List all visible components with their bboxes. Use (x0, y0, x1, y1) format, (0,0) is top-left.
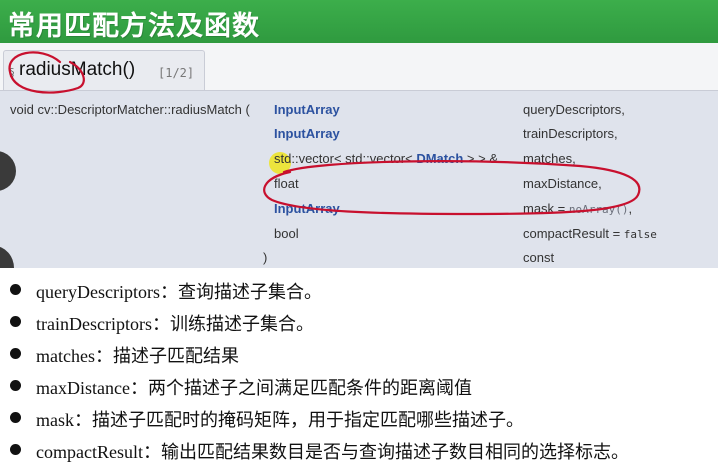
list-item-text: mask：描述子匹配时的掩码矩阵，用于指定匹配哪些描述子。 (36, 410, 524, 430)
param-default: false (623, 228, 657, 241)
const-qualifier: const (523, 250, 555, 265)
param-type: std::vector< std::vector< DMatch > > & (274, 151, 498, 167)
param-tail: , (628, 201, 633, 216)
bullet-icon (10, 316, 21, 327)
bullet-icon (10, 412, 21, 423)
param-name: queryDescriptors, (523, 102, 625, 117)
param-name: matches, (523, 151, 576, 166)
bullet-icon (10, 348, 21, 359)
param-type-link[interactable]: InputArray (274, 126, 340, 142)
close-paren: ) (263, 250, 268, 265)
list-item-text: matches：描述子匹配结果 (36, 346, 239, 366)
bullet-icon (10, 380, 21, 391)
list-item: compactResult：输出匹配结果数目是否与查询描述子数目相同的选择标志。 (0, 436, 718, 462)
param-type: bool (274, 226, 299, 241)
list-item-text: queryDescriptors：查询描述子集合。 (36, 282, 322, 302)
param-name-text: compactResult = (523, 226, 624, 241)
param-type-suffix: > > & (463, 151, 498, 166)
list-item-text: trainDescriptors：训练描述子集合。 (36, 314, 314, 334)
page-indicator: [1/2] (158, 66, 195, 80)
list-item: queryDescriptors：查询描述子集合。 (0, 276, 718, 302)
param-name-text: mask = (523, 201, 569, 216)
bullet-icon (10, 284, 21, 295)
param-type-prefix: std::vector< std::vector< (274, 151, 417, 166)
param-default: noArray() (568, 203, 629, 216)
list-item: mask：描述子匹配时的掩码矩阵，用于指定匹配哪些描述子。 (0, 404, 718, 430)
param-name: compactResult = false (523, 226, 657, 243)
dmatch-link[interactable]: DMatch (416, 151, 463, 166)
param-type-link[interactable]: InputArray (274, 102, 340, 118)
list-item: matches：描述子匹配结果 (0, 340, 718, 366)
list-item: trainDescriptors：训练描述子集合。 (0, 308, 718, 334)
page-title: 常用匹配方法及函数 (8, 11, 260, 42)
function-name[interactable]: radiusMatch() (19, 59, 135, 81)
list-item-text: compactResult：输出匹配结果数目是否与查询描述子数目相同的选择标志。 (36, 442, 629, 462)
list-item: maxDistance：两个描述子之间满足匹配条件的距离阈值 (0, 372, 718, 398)
param-name: maxDistance, (523, 176, 602, 191)
signature-prefix: void cv::DescriptorMatcher::radiusMatch … (10, 102, 250, 117)
bullet-icon (10, 444, 21, 455)
param-type-link[interactable]: InputArray (274, 201, 340, 217)
list-item-text: maxDistance：两个描述子之间满足匹配条件的距离阈值 (36, 378, 472, 398)
section-mark: § (9, 66, 15, 79)
param-type: float (274, 176, 299, 191)
title-bar: 常用匹配方法及函数 (0, 0, 718, 43)
param-name: mask = noArray(), (523, 201, 632, 218)
param-name: trainDescriptors, (523, 126, 618, 141)
